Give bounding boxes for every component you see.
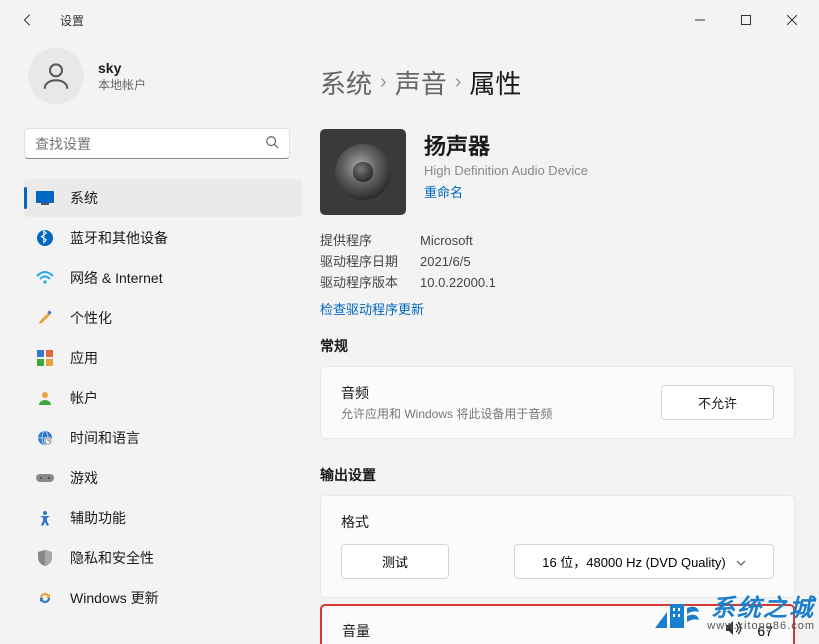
search-input[interactable] [35, 136, 265, 152]
provider-label: 提供程序 [320, 231, 400, 252]
device-subtitle: High Definition Audio Device [424, 163, 588, 178]
format-value: 16 位，48000 Hz (DVD Quality) [542, 552, 726, 571]
audio-permission-card: 音频 允许应用和 Windows 将此设备用于音频 不允许 [320, 366, 795, 439]
app-title: 设置 [60, 12, 84, 29]
shield-icon [36, 549, 54, 567]
deny-button[interactable]: 不允许 [661, 385, 774, 420]
audio-title: 音频 [341, 383, 552, 403]
check-driver-updates-link[interactable]: 检查驱动程序更新 [320, 299, 424, 318]
chevron-right-icon: › [380, 71, 387, 94]
accessibility-icon [36, 509, 54, 527]
audio-description: 允许应用和 Windows 将此设备用于音频 [341, 405, 552, 422]
breadcrumb-current: 属性 [469, 64, 521, 101]
search-icon [265, 135, 279, 152]
speaker-device-icon [320, 129, 406, 215]
rename-link[interactable]: 重命名 [424, 182, 588, 201]
watermark: 系统之城 www.xitong86.com [653, 594, 815, 634]
sidebar-item-accounts[interactable]: 帐户 [24, 379, 302, 417]
sidebar-item-network[interactable]: 网络 & Internet [24, 259, 302, 297]
sidebar: sky 本地帐户 系统 蓝牙和其他设备 网络 & Internet [0, 40, 310, 644]
sidebar-item-label: 游戏 [70, 468, 98, 488]
output-format-card: 格式 测试 16 位，48000 Hz (DVD Quality) [320, 495, 795, 598]
brush-icon [36, 309, 54, 327]
system-icon [36, 189, 54, 207]
sidebar-item-label: 蓝牙和其他设备 [70, 228, 168, 248]
profile-type: 本地帐户 [98, 76, 146, 93]
general-section-title: 常规 [320, 336, 795, 356]
format-label: 格式 [341, 512, 774, 532]
driver-date-value: 2021/6/5 [420, 252, 471, 273]
test-button[interactable]: 测试 [341, 544, 449, 579]
provider-value: Microsoft [420, 231, 473, 252]
watermark-url: www.xitong86.com [707, 621, 815, 632]
breadcrumb-system[interactable]: 系统 [320, 64, 372, 101]
sidebar-item-label: 应用 [70, 348, 98, 368]
avatar [28, 48, 84, 104]
sidebar-item-privacy[interactable]: 隐私和安全性 [24, 539, 302, 577]
profile-name: sky [98, 60, 146, 76]
apps-icon [36, 349, 54, 367]
sidebar-item-gaming[interactable]: 游戏 [24, 459, 302, 497]
sidebar-item-label: 帐户 [70, 388, 98, 408]
sidebar-item-label: 网络 & Internet [70, 268, 163, 288]
breadcrumb: 系统 › 声音 › 属性 [320, 64, 795, 101]
sidebar-item-time[interactable]: 时间和语言 [24, 419, 302, 457]
update-icon [36, 589, 54, 607]
person-icon [36, 389, 54, 407]
sidebar-item-bluetooth[interactable]: 蓝牙和其他设备 [24, 219, 302, 257]
sidebar-item-label: 隐私和安全性 [70, 548, 154, 568]
chevron-right-icon: › [455, 71, 462, 94]
search-box[interactable] [24, 128, 290, 159]
wifi-icon [36, 269, 54, 287]
sidebar-item-system[interactable]: 系统 [24, 179, 302, 217]
close-button[interactable] [769, 4, 815, 36]
sidebar-item-label: Windows 更新 [70, 588, 159, 608]
format-select[interactable]: 16 位，48000 Hz (DVD Quality) [514, 544, 774, 579]
titlebar: 设置 [0, 0, 819, 40]
profile[interactable]: sky 本地帐户 [24, 48, 310, 104]
chevron-down-icon [736, 554, 746, 569]
output-section-title: 输出设置 [320, 465, 795, 485]
sidebar-item-label: 个性化 [70, 308, 112, 328]
breadcrumb-sound[interactable]: 声音 [395, 64, 447, 101]
driver-version-label: 驱动程序版本 [320, 273, 400, 294]
sidebar-item-personalization[interactable]: 个性化 [24, 299, 302, 337]
back-button[interactable] [16, 8, 40, 32]
device-name: 扬声器 [424, 129, 588, 161]
sidebar-item-accessibility[interactable]: 辅助功能 [24, 499, 302, 537]
watermark-icon [653, 594, 701, 634]
sidebar-item-label: 系统 [70, 188, 98, 208]
driver-date-label: 驱动程序日期 [320, 252, 400, 273]
sidebar-item-label: 时间和语言 [70, 428, 140, 448]
minimize-button[interactable] [677, 4, 723, 36]
bluetooth-icon [36, 229, 54, 247]
sidebar-item-update[interactable]: Windows 更新 [24, 579, 302, 617]
main-content: 系统 › 声音 › 属性 扬声器 High Definition Audio D… [310, 40, 819, 644]
globe-icon [36, 429, 54, 447]
sidebar-item-label: 辅助功能 [70, 508, 126, 528]
watermark-text: 系统之城 [707, 597, 815, 621]
gamepad-icon [36, 469, 54, 487]
sidebar-item-apps[interactable]: 应用 [24, 339, 302, 377]
driver-version-value: 10.0.22000.1 [420, 273, 496, 294]
maximize-button[interactable] [723, 4, 769, 36]
